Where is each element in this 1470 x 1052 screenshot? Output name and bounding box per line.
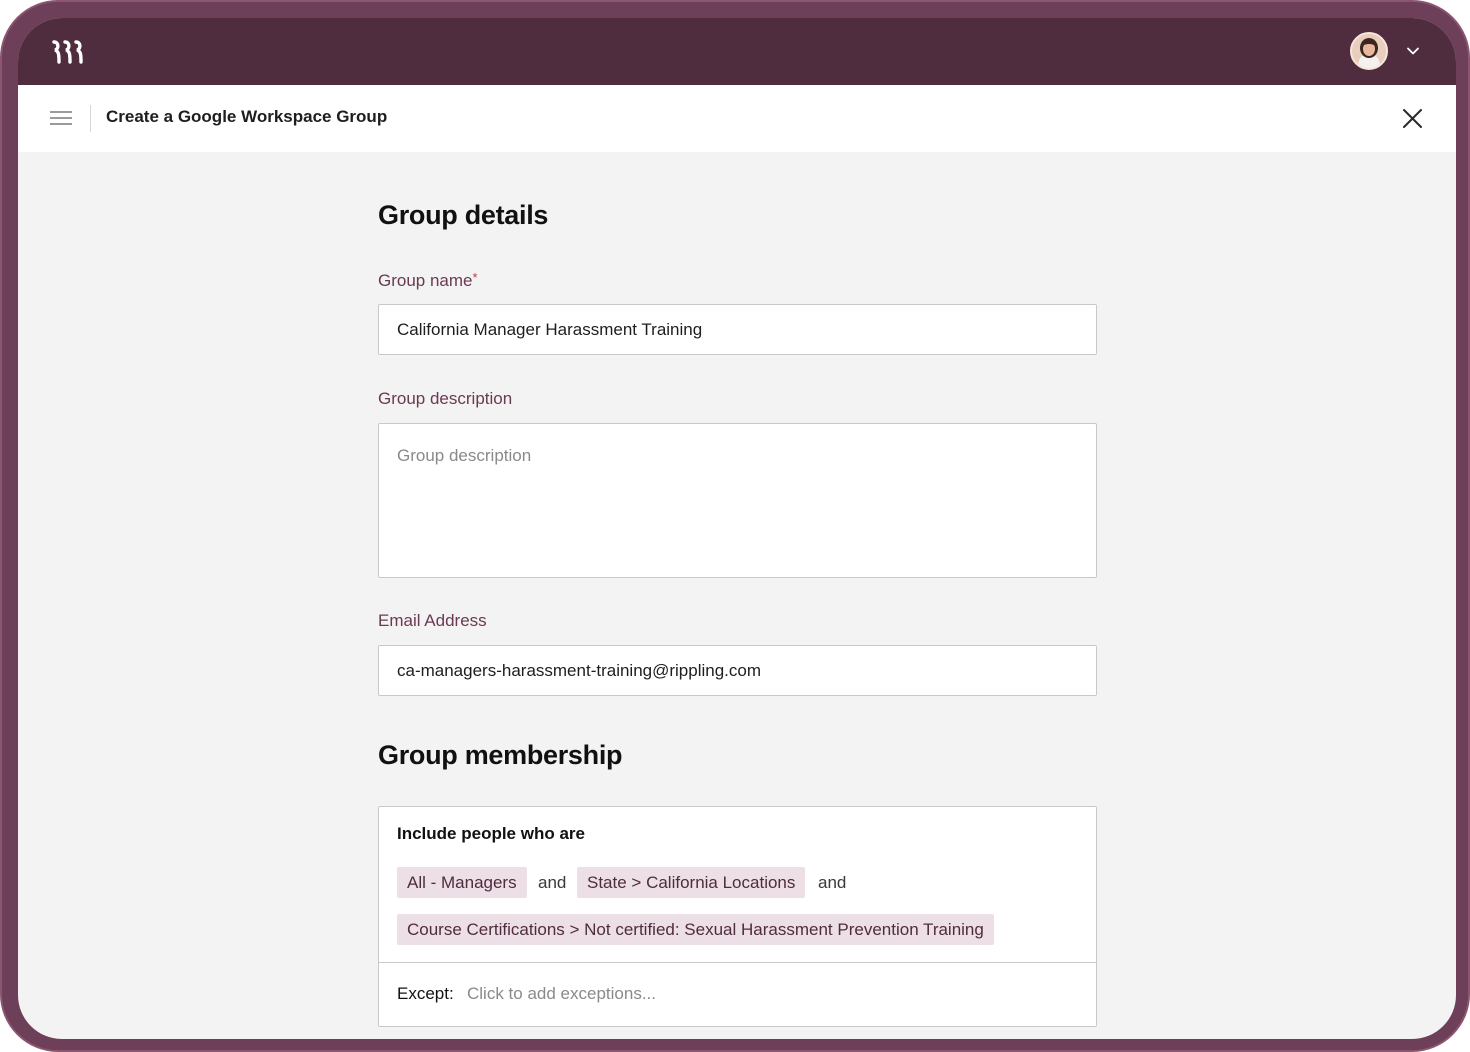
rule-conjunction: and bbox=[538, 873, 567, 892]
chevron-down-icon[interactable] bbox=[1406, 44, 1420, 58]
page-header: Create a Google Workspace Group bbox=[18, 85, 1456, 152]
app-screen: Create a Google Workspace Group Group de… bbox=[18, 18, 1456, 1039]
add-exceptions-field[interactable]: Click to add exceptions... bbox=[467, 984, 656, 1004]
hamburger-menu-icon[interactable] bbox=[50, 109, 72, 127]
group-details-heading: Group details bbox=[378, 200, 549, 230]
membership-rules-box: Include people who are All - Managers an… bbox=[378, 806, 1097, 1027]
user-avatar[interactable] bbox=[1350, 32, 1388, 70]
except-label: Except: bbox=[397, 984, 454, 1003]
include-label: Include people who are bbox=[397, 824, 585, 843]
required-mark: * bbox=[472, 270, 478, 285]
top-navigation-bar bbox=[18, 18, 1456, 85]
exceptions-row[interactable]: Except: Click to add exceptions... bbox=[379, 962, 1096, 1026]
group-name-label: Group name* bbox=[378, 270, 478, 291]
rule-conjunction: and bbox=[818, 873, 847, 892]
email-address-label: Email Address bbox=[378, 611, 487, 630]
rippling-logo-icon[interactable] bbox=[50, 40, 84, 64]
device-frame: Create a Google Workspace Group Group de… bbox=[0, 0, 1470, 1052]
group-description-textarea[interactable] bbox=[378, 423, 1097, 578]
page-title: Create a Google Workspace Group bbox=[106, 107, 388, 126]
rule-chip-course-certification[interactable]: Course Certifications > Not certified: S… bbox=[397, 914, 994, 945]
group-name-input[interactable] bbox=[378, 304, 1097, 355]
avatar-portrait-icon bbox=[1352, 34, 1386, 68]
header-divider bbox=[90, 105, 91, 132]
group-description-label: Group description bbox=[378, 389, 513, 408]
rule-chip-state[interactable]: State > California Locations bbox=[577, 867, 806, 898]
group-name-label-text: Group name bbox=[378, 271, 473, 290]
rule-chip-managers[interactable]: All - Managers bbox=[397, 867, 527, 898]
group-membership-heading: Group membership bbox=[378, 740, 623, 770]
email-address-input[interactable] bbox=[378, 645, 1097, 696]
close-icon[interactable] bbox=[1402, 108, 1423, 129]
